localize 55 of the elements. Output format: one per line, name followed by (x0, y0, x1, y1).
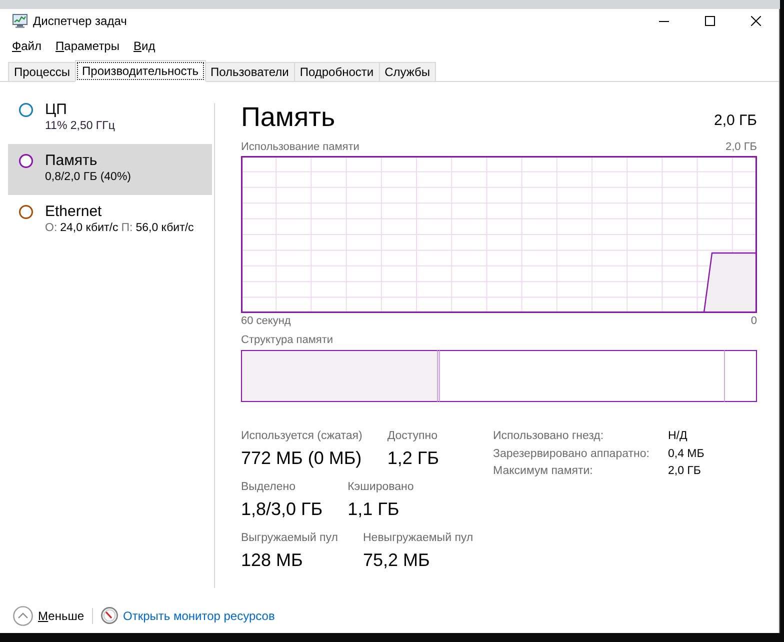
property-value: Н/Д (668, 429, 688, 444)
stat-value: 772 МБ (0 МБ) (241, 447, 362, 470)
stat-label: Доступно (387, 429, 438, 444)
graph-max-label: 2,0 ГБ (725, 140, 757, 154)
tab[interactable]: Пользователи (204, 62, 295, 81)
window-title: Диспетчер задач (33, 14, 128, 28)
tab[interactable]: Подробности (294, 62, 380, 81)
stat-label: Невыгружаемый пул (363, 531, 474, 546)
property-label: Зарезервировано аппаратно: (493, 446, 650, 462)
stat-value: 75,2 МБ (363, 549, 431, 572)
graph-label: Использование памяти (241, 140, 360, 154)
sidebar-item[interactable]: Ethernet О: 24,0 кбит/с П: 56,0 кбит/с (8, 195, 212, 246)
property-label: Максимум памяти: (493, 464, 594, 479)
item-title: ЦП (45, 100, 68, 119)
monitor-graph-icon (12, 13, 28, 29)
menu-item[interactable]: Вид (126, 37, 162, 55)
detail-value: 56,0 кбит/с (136, 221, 194, 236)
maximize-icon (705, 16, 715, 26)
time-end-label: 0 (750, 314, 757, 328)
detail-label: П: (121, 221, 133, 236)
stat-label: Кэшировано (348, 480, 414, 495)
tab[interactable]: Процессы (8, 62, 76, 81)
sidebar-item[interactable]: ЦП 11% 2,50 ГГц (8, 93, 212, 144)
tab[interactable]: Производительность (75, 60, 206, 82)
gauge-icon (101, 607, 118, 624)
detail-value: 0,8/2,0 ГБ (40%) (45, 170, 132, 185)
panel-title: Память (241, 102, 336, 132)
fewer-details-button[interactable]: Меньше (13, 606, 84, 626)
tab[interactable]: Службы (378, 62, 436, 81)
minimize-icon (659, 20, 669, 22)
free-segment (724, 350, 757, 402)
capacity-value: 2,0 ГБ (714, 111, 757, 131)
close-icon (751, 16, 761, 26)
chevron-up-icon (13, 606, 33, 626)
time-start-label: 60 секунд (241, 314, 291, 328)
detail-label: О: (45, 221, 58, 236)
stat-value: 1,8/3,0 ГБ (241, 498, 323, 521)
stat-value: 1,1 ГБ (348, 498, 400, 521)
item-title: Ethernet (45, 202, 103, 221)
sidebar-item[interactable]: Память 0,8/2,0 ГБ (40%) (8, 144, 212, 195)
menu-item[interactable]: Файл (5, 37, 49, 55)
item-title: Память (45, 151, 98, 170)
property-value: 2,0 ГБ (668, 464, 702, 479)
stat-label: Используется (сжатая) (241, 429, 362, 444)
stat-value: 1,2 ГБ (387, 447, 439, 470)
detail-value: 24,0 кбит/с (60, 221, 118, 236)
stat-value: 128 МБ (241, 549, 304, 572)
stat-label: Выделено (241, 480, 297, 495)
composition-label: Структура памяти (241, 333, 334, 347)
menu-item[interactable]: Параметры (48, 37, 126, 55)
property-label: Использовано гнезд: (493, 429, 605, 444)
stat-label: Выгружаемый пул (241, 531, 338, 546)
resource-monitor-link[interactable]: Открыть монитор ресурсов (123, 608, 275, 622)
detail-value: 11% 2,50 ГГц (45, 119, 115, 134)
property-value: 0,4 МБ (668, 446, 704, 462)
